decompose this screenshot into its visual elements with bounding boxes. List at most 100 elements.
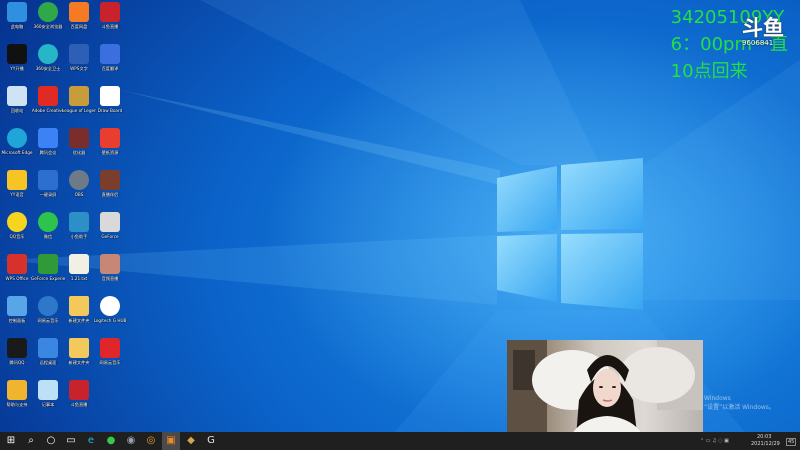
desktop-icon[interactable]: Logitech G HUB <box>93 296 127 338</box>
desktop-icon[interactable]: 360安全卫士 <box>31 44 65 86</box>
desktop-icon-label: 360安全卫士 <box>35 66 61 71</box>
desktop-icon[interactable]: 远程桌面 <box>31 338 65 380</box>
desktop-icon-label: 新建文件夹 <box>68 318 90 323</box>
desktop-icon[interactable]: Adobe Creative <box>31 86 65 128</box>
wps-icon <box>7 254 27 274</box>
desktop-icon-label: 记事本 <box>41 402 55 407</box>
game-icon <box>100 212 120 232</box>
desktop-icon[interactable]: QQ音乐 <box>0 212 34 254</box>
computer-icon <box>7 2 27 22</box>
desktop-icon-label: 1.21.txt <box>70 276 88 281</box>
windows-logo <box>497 158 643 310</box>
desktop-icon[interactable]: 网易云音乐 <box>93 338 127 380</box>
desktop-icon[interactable]: 帮助与支持 <box>0 380 34 422</box>
pdf-icon <box>100 128 120 148</box>
league-icon: ◆ <box>187 435 195 446</box>
activation-message: “设置”以激活 Windows。 <box>704 404 775 411</box>
wechat-icon <box>38 212 58 232</box>
desktop-icon[interactable]: GeForce Experience <box>31 254 65 296</box>
search-icon: ⌕ <box>28 435 34 446</box>
desktop-icon[interactable]: 网易云音乐 <box>31 296 65 338</box>
folder-icon <box>69 296 89 316</box>
desktop-icon-label: 新建文件夹 <box>68 360 90 365</box>
desktop-icon[interactable]: 百度网盘 <box>62 2 96 44</box>
desktop-icon-label: 一键录屏 <box>39 192 57 197</box>
desktop-icon[interactable]: WPS文字 <box>62 44 96 86</box>
photo-icon <box>69 128 89 148</box>
league-taskbar[interactable]: ◆ <box>182 432 200 450</box>
desktop-icon[interactable]: YY开播 <box>0 44 34 86</box>
desktop-icon-grid: 此电脑 360安全浏览器 百度网盘 斗鱼直播 YY开播 360安全卫士 WPS文字 百度翻译回… <box>0 0 140 432</box>
circle-app-icon: ◉ <box>126 435 136 446</box>
start-button[interactable]: ⊞ <box>2 432 20 450</box>
desktop-icon[interactable]: GeForce <box>93 212 127 254</box>
desktop-icon[interactable]: 腾讯会议 <box>31 128 65 170</box>
search-button[interactable]: ⌕ <box>22 432 40 450</box>
desktop-icon[interactable]: 直播伴侣 <box>93 170 127 212</box>
app-taskbar[interactable]: ◉ <box>122 432 140 450</box>
desktop-icon[interactable]: 记事本 <box>31 380 65 422</box>
douyu-mark: 斗鱼 <box>742 16 784 40</box>
desktop-icon[interactable]: League of Legends <box>62 86 96 128</box>
desktop-icon-label: 斗鱼直播 <box>70 402 88 407</box>
desktop-icon[interactable]: 此电脑 <box>0 2 34 44</box>
desktop-icon-label: QQ音乐 <box>9 234 25 239</box>
desktop-icon-label: GeForce Experience <box>31 276 65 281</box>
desktop-screen: 此电脑 360安全浏览器 百度网盘 斗鱼直播 YY开播 360安全卫士 WPS文字 百度翻译回… <box>0 0 800 450</box>
desktop-icon-label: YY语音 <box>10 192 24 197</box>
desktop-icon[interactable]: 优化器 <box>62 128 96 170</box>
desktop-icon-label: WPS Office <box>5 276 29 281</box>
desktop-icon[interactable]: 一键录屏 <box>31 170 65 212</box>
windows-start-icon: ⊞ <box>6 435 16 446</box>
logitech-taskbar[interactable]: G <box>202 432 220 450</box>
baidu-icon <box>100 44 120 64</box>
desktop-icon[interactable]: 百度翻译 <box>93 44 127 86</box>
clock-date[interactable]: 2021/12/29 <box>751 441 780 447</box>
wechat-taskbar[interactable]: ● <box>102 432 120 450</box>
overlay-line-return: 10点回来 <box>670 61 748 82</box>
douyu-taskbar[interactable]: ▣ <box>162 432 180 450</box>
desktop-icon[interactable]: 控制面板 <box>0 296 34 338</box>
desktop-icon[interactable]: 斗鱼直播 <box>93 2 127 44</box>
desktop-icon[interactable]: 360安全浏览器 <box>31 2 65 44</box>
desktop-icon[interactable]: 微信 <box>31 212 65 254</box>
live-partner-icon <box>100 170 120 190</box>
desktop-icon-label: 斗鱼直播 <box>101 24 119 29</box>
desktop-icon[interactable]: Microsoft Edge <box>0 128 34 170</box>
desktop-icon-label: 腾讯会议 <box>39 150 57 155</box>
league-icon <box>69 86 89 106</box>
cortana-button[interactable]: ○ <box>42 432 60 450</box>
obs-taskbar[interactable]: ◎ <box>142 432 160 450</box>
desktop-icon[interactable]: 壁纸资源 <box>93 128 127 170</box>
desktop-icon-label: Microsoft Edge <box>1 150 33 155</box>
clock-time[interactable]: 20:03 <box>757 434 771 440</box>
desktop-icon[interactable]: 新建文件夹 <box>62 338 96 380</box>
document-icon <box>69 44 89 64</box>
desktop-icon[interactable]: 新建文件夹 <box>62 296 96 338</box>
desktop-icon-label: GeForce <box>101 234 119 239</box>
desktop-icon-label: Logitech G HUB <box>93 318 127 323</box>
desktop-icon[interactable]: 小鱼助手 <box>62 212 96 254</box>
yy-voice-icon <box>7 170 27 190</box>
desktop-icon-label: 直播伴侣 <box>101 192 119 197</box>
douyu-app-icon <box>100 2 120 22</box>
desktop-icon[interactable]: 1.21.txt <box>62 254 96 296</box>
tray-icons[interactable]: ⌃ ▭ ♫ ◌ ▣ <box>700 438 729 444</box>
recycle-bin-icon <box>7 86 27 106</box>
task-view-button[interactable]: ▭ <box>62 432 80 450</box>
logitech-icon <box>100 296 120 316</box>
notification-badge[interactable]: 45 <box>786 438 797 446</box>
desktop-icon[interactable]: Draw Board <box>93 86 127 128</box>
desktop-icon[interactable]: WPS Office <box>0 254 34 296</box>
douyu-app-icon <box>69 380 89 400</box>
desktop-icon[interactable]: 斗鱼直播 <box>62 380 96 422</box>
desktop-icon[interactable]: 回收站 <box>0 86 34 128</box>
desktop-icon[interactable]: 腾讯QQ <box>0 338 34 380</box>
desktop-icon[interactable]: YY语音 <box>0 170 34 212</box>
desktop-icon[interactable]: OBS <box>62 170 96 212</box>
douyu-watermark: 斗鱼 9606841 <box>742 18 790 54</box>
meeting-icon <box>38 128 58 148</box>
desktop-icon[interactable]: 音频直播 <box>93 254 127 296</box>
edge-taskbar[interactable]: e <box>82 432 100 450</box>
desktop-icon-label: Draw Board <box>97 108 123 113</box>
